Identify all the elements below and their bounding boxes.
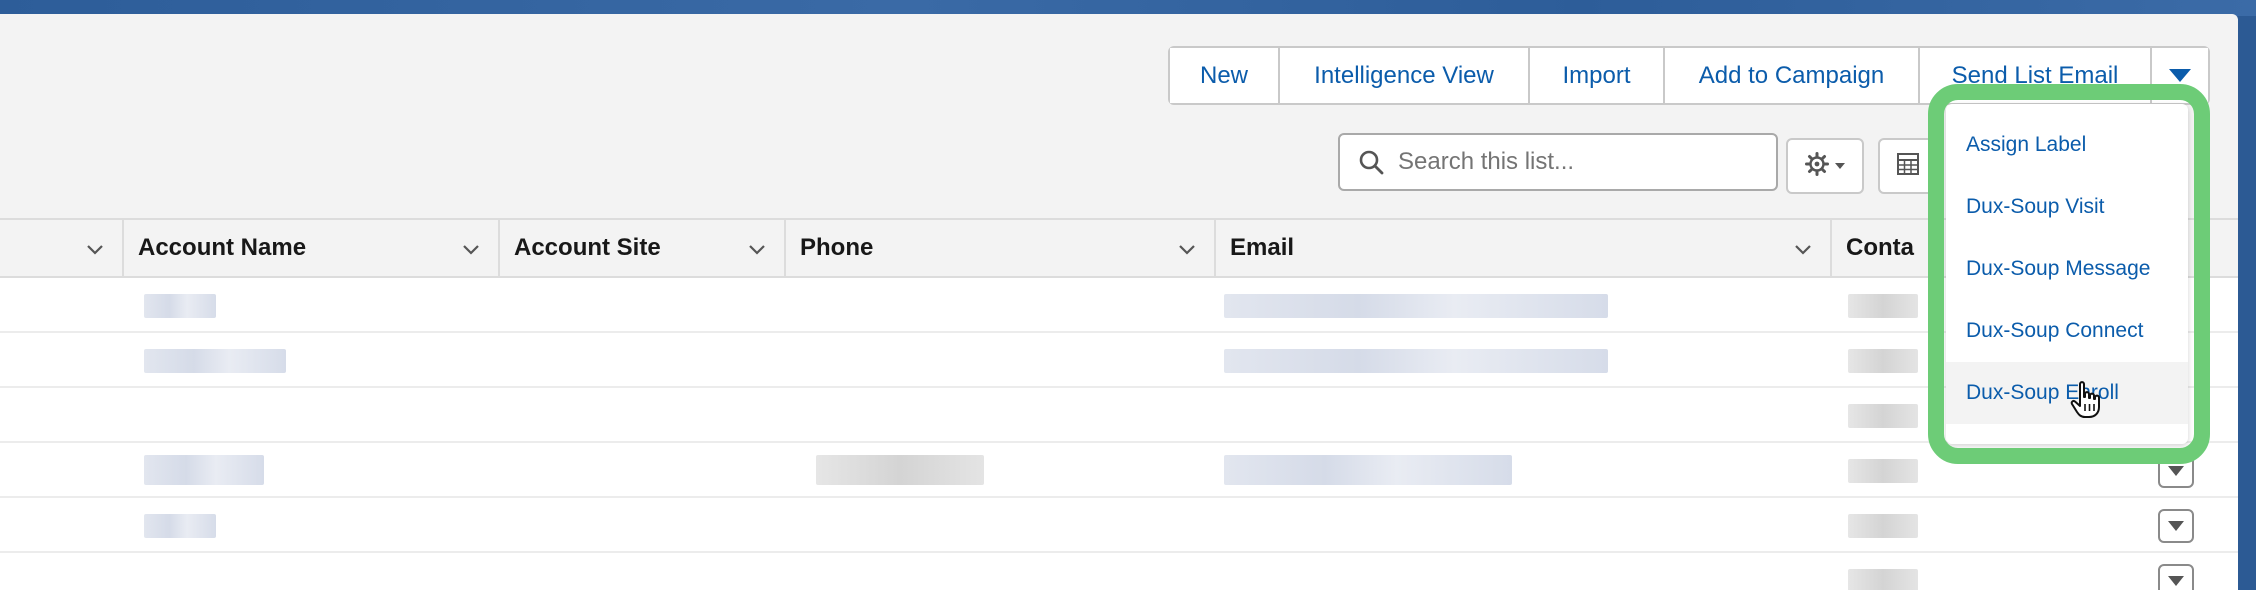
redacted-cell [144,455,264,485]
redacted-cell [1224,455,1512,485]
table-icon [1896,152,1920,181]
redacted-cell [1848,294,1918,318]
redacted-cell [1848,404,1918,428]
redacted-cell [1848,514,1918,538]
chevron-down-icon [2168,466,2184,476]
search-icon [1358,149,1384,175]
list-settings-button[interactable] [1786,138,1864,194]
table-row[interactable] [0,388,2238,443]
column-header-previous[interactable] [0,220,122,276]
column-header-phone[interactable]: Phone [784,220,1214,276]
table-row[interactable] [0,333,2238,388]
highlight-annotation [1928,84,2210,464]
chevron-down-icon [2168,521,2184,531]
table-row[interactable] [0,443,2238,498]
redacted-cell [144,514,216,538]
redacted-cell [144,349,286,373]
table-row[interactable] [0,278,2238,333]
chevron-down-icon [2168,576,2184,586]
column-header-email[interactable]: Email [1214,220,1830,276]
table-header: Account Name Account Site Phone Email Co… [0,218,2238,278]
chevron-down-icon [2169,69,2191,82]
new-button[interactable]: New [1170,48,1280,103]
hand-pointer-icon [2070,380,2102,420]
chevron-down-icon [1835,163,1845,169]
column-header-account-name[interactable]: Account Name [122,220,498,276]
add-to-campaign-button[interactable]: Add to Campaign [1665,48,1920,103]
chevron-down-icon[interactable] [460,238,482,260]
import-button[interactable]: Import [1530,48,1665,103]
column-header-account-site[interactable]: Account Site [498,220,784,276]
chevron-down-icon[interactable] [1176,238,1198,260]
redacted-cell [1848,459,1918,483]
search-input[interactable] [1398,148,1758,176]
chevron-down-icon[interactable] [1792,238,1814,260]
redacted-cell [1848,349,1918,373]
chevron-down-icon[interactable] [84,238,106,260]
intelligence-view-button[interactable]: Intelligence View [1280,48,1530,103]
table-row[interactable] [0,553,2238,590]
row-actions-button[interactable] [2158,509,2194,543]
table-row[interactable] [0,498,2238,553]
redacted-cell [816,455,984,485]
redacted-cell [1224,294,1608,318]
redacted-cell [1848,569,1918,590]
gear-icon [1805,151,1829,181]
chevron-down-icon[interactable] [746,238,768,260]
redacted-cell [144,294,216,318]
redacted-cell [1224,349,1608,373]
row-actions-button[interactable] [2158,564,2194,590]
search-list-field[interactable] [1338,133,1778,191]
